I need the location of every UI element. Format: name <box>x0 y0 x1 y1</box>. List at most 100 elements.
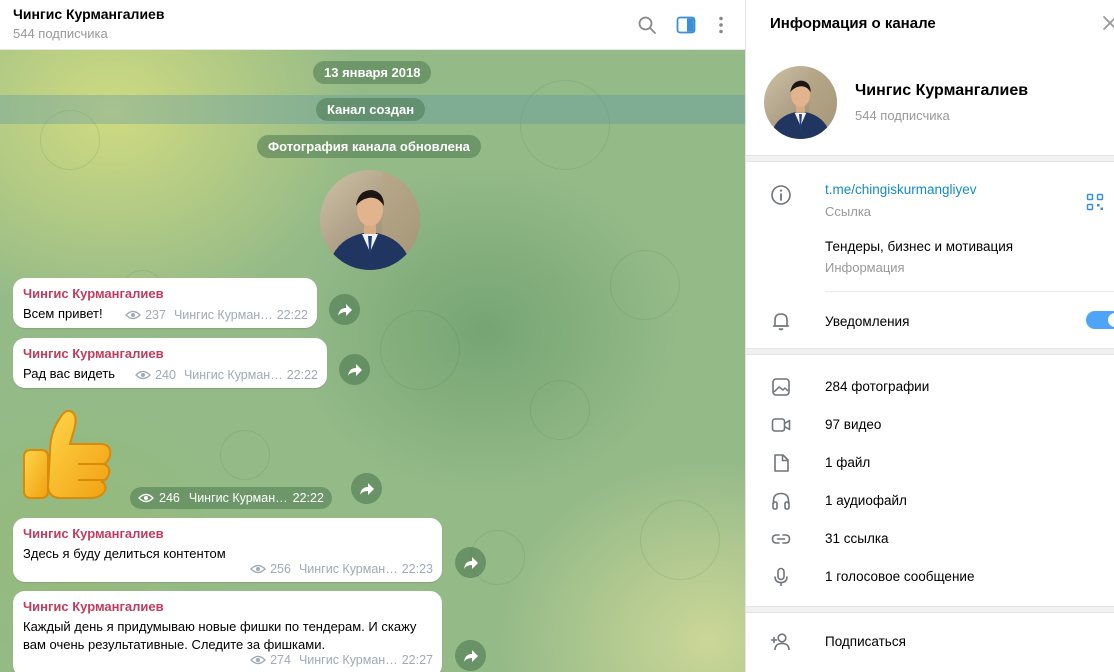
qr-code-icon[interactable] <box>1086 193 1104 211</box>
forward-icon <box>359 482 374 495</box>
bell-icon <box>772 313 790 331</box>
message-time: 22:22 <box>276 308 308 322</box>
forward-button[interactable] <box>339 354 370 385</box>
channel-link[interactable]: t.me/chingiskurmangliyev <box>825 182 977 197</box>
files-count: 1 файл <box>825 455 871 470</box>
video-icon <box>771 418 791 432</box>
forward-button[interactable] <box>455 640 486 671</box>
channel-info-panel: Информация о канале Чингис Курмангалиев … <box>745 0 1114 672</box>
view-count: 246 <box>159 491 180 505</box>
section-divider <box>746 606 1114 613</box>
message-time: 22:22 <box>292 491 324 505</box>
sticker-meta: 246 Чингис Курман… 22:22 <box>130 487 332 509</box>
voice-count: 1 голосовое сообщение <box>825 569 975 584</box>
message-time: 22:22 <box>286 368 318 382</box>
link-label: Ссылка <box>825 204 872 219</box>
view-count: 237 <box>145 308 166 322</box>
chat-area: Чингис Курмангалиев 544 подписчика 13 ян… <box>0 0 745 672</box>
message-bubble[interactable]: Чингис Курмангалиев Рад вас видеть 240 Ч… <box>13 338 327 388</box>
channel-created-message: Канал создан <box>316 98 426 121</box>
forward-icon <box>337 303 352 316</box>
forward-button[interactable] <box>455 547 486 578</box>
sidebar-toggle-icon[interactable] <box>674 13 698 37</box>
channel-subscribers: 544 подписчика <box>855 108 950 123</box>
message-time: 22:27 <box>401 653 433 667</box>
message-bubble[interactable]: Чингис Курмангалиев Всем привет! 237 Чин… <box>13 278 317 328</box>
channel-description: Тендеры, бизнес и мотивация <box>825 239 1014 254</box>
media-audio[interactable]: 1 аудиофайл <box>746 482 1114 520</box>
more-vertical-icon[interactable] <box>709 13 733 37</box>
message-text-line: вам очень результативные. Следите за фиш… <box>23 637 326 652</box>
message-signature: Чингис Курман… <box>298 653 398 667</box>
panel-title: Информация о канале <box>770 15 936 32</box>
views-icon <box>125 310 141 320</box>
section-divider <box>746 155 1114 162</box>
message-meta: 240 Чингис Курман… 22:22 <box>135 368 318 382</box>
info-icon <box>771 185 791 205</box>
message-text: Здесь я буду делиться контентом <box>23 546 226 561</box>
chat-header: Чингис Курмангалиев 544 подписчика <box>0 0 745 50</box>
forward-button[interactable] <box>329 294 360 325</box>
videos-count: 97 видео <box>825 417 882 432</box>
notifications-toggle[interactable] <box>1086 311 1114 329</box>
separator <box>825 291 1114 292</box>
message-text: Рад вас видеть <box>23 366 116 381</box>
add-user-icon <box>770 633 790 651</box>
message-meta: 256 Чингис Курман… 22:23 <box>250 562 433 576</box>
subscribe-label: Подписаться <box>825 634 906 649</box>
message-signature: Чингис Курман… <box>188 491 288 505</box>
channel-avatar[interactable] <box>764 66 837 139</box>
subscribe-button[interactable]: Подписаться <box>746 623 1114 661</box>
forward-icon <box>463 556 478 569</box>
view-count: 240 <box>155 368 176 382</box>
file-icon <box>774 454 789 472</box>
search-icon[interactable] <box>635 13 659 37</box>
channel-photo-large[interactable] <box>320 170 420 270</box>
forward-icon <box>347 363 362 376</box>
message-time: 22:23 <box>401 562 433 576</box>
view-count: 274 <box>270 653 291 667</box>
microphone-icon <box>774 567 788 586</box>
media-photos[interactable]: 284 фотографии <box>746 368 1114 406</box>
channel-name: Чингис Курмангалиев <box>855 82 1029 99</box>
links-count: 31 ссылка <box>825 531 889 546</box>
headphones-icon <box>772 492 790 510</box>
media-links[interactable]: 31 ссылка <box>746 520 1114 558</box>
close-icon[interactable] <box>1101 14 1114 32</box>
message-author[interactable]: Чингис Курмангалиев <box>23 599 164 614</box>
views-icon <box>250 655 266 665</box>
link-icon <box>771 534 791 544</box>
chat-title[interactable]: Чингис Курмангалиев <box>13 6 164 22</box>
message-signature: Чингис Курман… <box>298 562 398 576</box>
message-author[interactable]: Чингис Курмангалиев <box>23 346 164 361</box>
photo-updated-message: Фотография канала обновлена <box>257 135 481 158</box>
thumbs-up-sticker[interactable] <box>20 404 116 502</box>
message-author[interactable]: Чингис Курмангалиев <box>23 286 164 301</box>
message-author[interactable]: Чингис Курмангалиев <box>23 526 164 541</box>
views-icon <box>250 564 266 574</box>
forward-button[interactable] <box>351 473 382 504</box>
message-text-line: Каждый день я придумываю новые фишки по … <box>23 619 417 634</box>
message-meta: 237 Чингис Курман… 22:22 <box>125 308 308 322</box>
message-bubble[interactable]: Чингис Курмангалиев Каждый день я придум… <box>13 591 442 672</box>
media-voice[interactable]: 1 голосовое сообщение <box>746 558 1114 596</box>
message-text: Каждый день я придумываю новые фишки по … <box>23 618 416 654</box>
date-service-message: 13 января 2018 <box>313 61 432 84</box>
audio-count: 1 аудиофайл <box>825 493 907 508</box>
view-count: 256 <box>270 562 291 576</box>
message-signature: Чингис Курман… <box>173 308 273 322</box>
description-label: Информация <box>825 260 905 275</box>
photo-icon <box>772 378 790 396</box>
section-divider <box>746 348 1114 355</box>
chat-subscriber-count: 544 подписчика <box>13 26 108 41</box>
photos-count: 284 фотографии <box>825 379 930 394</box>
message-bubble[interactable]: Чингис Курмангалиев Здесь я буду делитьс… <box>13 518 442 582</box>
views-icon <box>138 493 154 503</box>
message-meta: 274 Чингис Курман… 22:27 <box>250 653 433 667</box>
notifications-label: Уведомления <box>825 314 910 329</box>
message-text: Всем привет! <box>23 306 103 321</box>
views-icon <box>135 370 151 380</box>
media-videos[interactable]: 97 видео <box>746 406 1114 444</box>
message-signature: Чингис Курман… <box>183 368 283 382</box>
media-files[interactable]: 1 файл <box>746 444 1114 482</box>
